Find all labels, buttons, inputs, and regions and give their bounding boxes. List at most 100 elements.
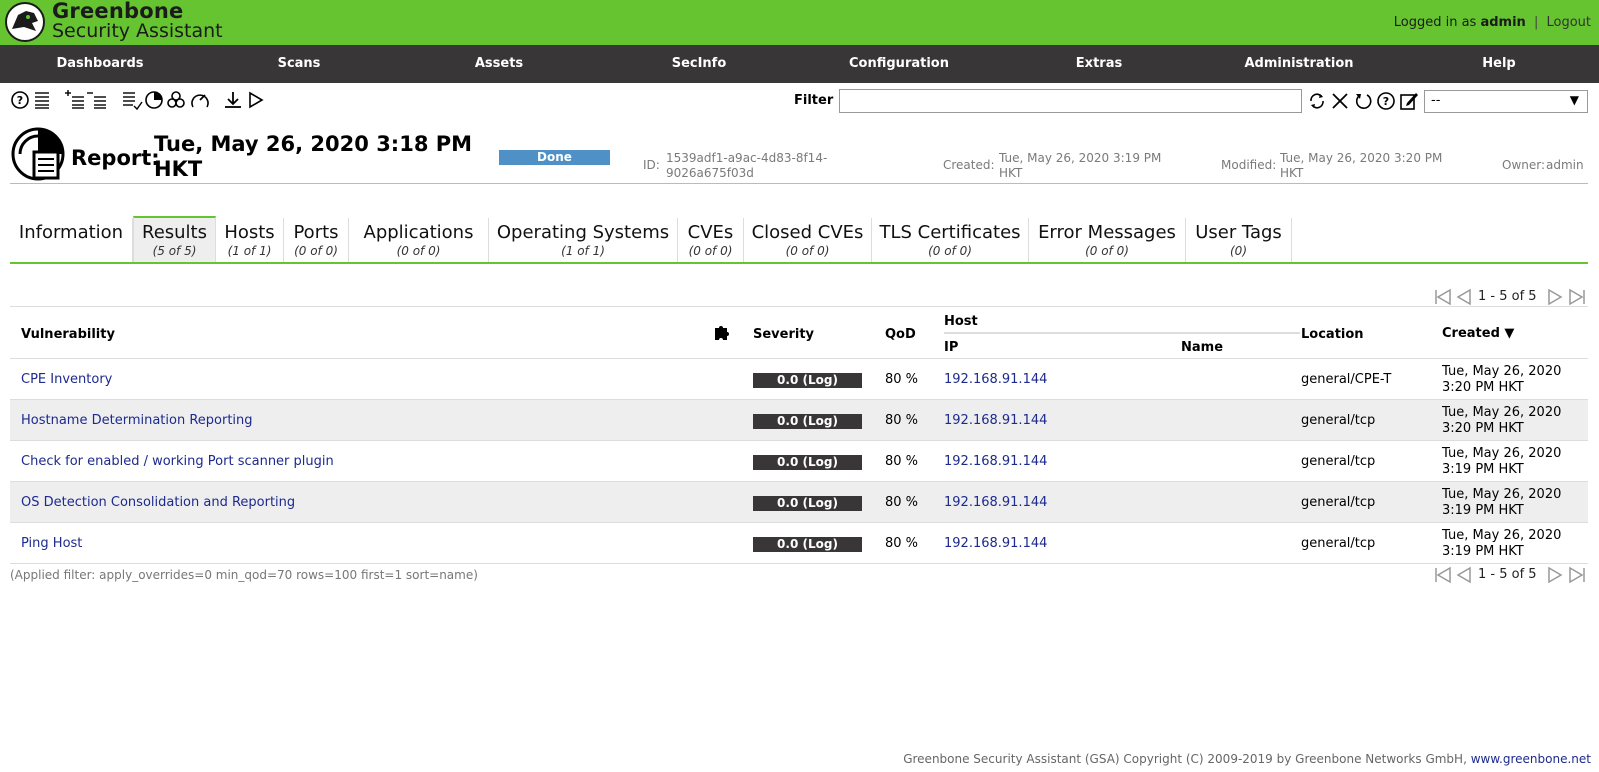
tab-information[interactable]: Information: [10, 218, 133, 262]
filter-select[interactable]: -- ▼: [1424, 90, 1588, 113]
tab-applications[interactable]: Applications (0 of 0): [349, 218, 489, 262]
first-page-icon[interactable]: [1433, 565, 1453, 585]
filter-input[interactable]: [839, 89, 1302, 113]
tab-label: CVEs: [687, 222, 734, 243]
list-icon[interactable]: [31, 89, 53, 111]
nav-extras[interactable]: Extras: [999, 45, 1199, 83]
logout-link[interactable]: Logout: [1546, 15, 1591, 30]
location-value: general/tcp: [1301, 454, 1376, 469]
nav-assets[interactable]: Assets: [399, 45, 599, 83]
nav-scans[interactable]: Scans: [199, 45, 399, 83]
previous-page-icon[interactable]: [1454, 565, 1474, 585]
user-box: Logged in as admin | Logout: [1394, 15, 1591, 30]
host-ip-link[interactable]: 192.168.91.144: [944, 495, 1047, 510]
next-page-icon[interactable]: [1545, 287, 1565, 307]
report-date: Tue, May 26, 2020 3:18 PM HKT: [154, 132, 473, 181]
download-icon[interactable]: [222, 89, 244, 111]
col-qod[interactable]: QoD: [885, 327, 916, 342]
tab-tls-certificates[interactable]: TLS Certificates (0 of 0): [872, 218, 1029, 262]
next-page-icon[interactable]: [1545, 565, 1565, 585]
table-bottom-border: [10, 563, 1588, 564]
help-icon[interactable]: ?: [9, 89, 31, 111]
vulnerability-link[interactable]: CPE Inventory: [21, 372, 112, 387]
location-value: general/tcp: [1301, 536, 1376, 551]
clear-icon[interactable]: [1329, 90, 1351, 112]
chevron-down-icon: ▼: [1569, 93, 1579, 107]
host-ip-link[interactable]: 192.168.91.144: [944, 536, 1047, 551]
tab-cves[interactable]: CVEs (0 of 0): [678, 218, 744, 262]
created-label: Created:: [943, 158, 995, 172]
remove-from-assets-icon[interactable]: [86, 89, 108, 111]
qod-value: 80 %: [885, 413, 919, 428]
vulnerability-link[interactable]: Hostname Determination Reporting: [21, 413, 253, 428]
col-severity[interactable]: Severity: [753, 327, 814, 342]
created-value: Tue, May 26, 2020 3:19 PM HKT: [999, 151, 1162, 180]
edit-icon[interactable]: [1398, 90, 1420, 112]
created-date: Tue, May 26, 2020: [1442, 487, 1562, 502]
host-ip-link[interactable]: 192.168.91.144: [944, 413, 1047, 428]
nav-secinfo[interactable]: SecInfo: [599, 45, 799, 83]
delta-icon[interactable]: [189, 89, 211, 111]
tab-hosts[interactable]: Hosts (1 of 1): [216, 218, 284, 262]
tab-ports[interactable]: Ports (0 of 0): [284, 218, 349, 262]
location-value: general/tcp: [1301, 495, 1376, 510]
biohazard-icon[interactable]: [165, 89, 187, 111]
vulnerability-link[interactable]: Check for enabled / working Port scanner…: [21, 454, 334, 469]
table-row: Check for enabled / working Port scanner…: [10, 440, 1588, 481]
report-icon: [10, 126, 66, 182]
last-page-icon[interactable]: [1567, 565, 1587, 585]
created-date: Tue, May 26, 2020: [1442, 405, 1562, 420]
scan-task-icon[interactable]: [143, 89, 165, 111]
vulnerability-link[interactable]: OS Detection Consolidation and Reporting: [21, 495, 295, 510]
tab-error-messages[interactable]: Error Messages (0 of 0): [1029, 218, 1186, 262]
vulnerability-link[interactable]: Ping Host: [21, 536, 82, 551]
host-ip-link[interactable]: 192.168.91.144: [944, 454, 1047, 469]
col-ip[interactable]: IP: [944, 340, 958, 355]
reset-icon[interactable]: [1352, 90, 1374, 112]
greenbone-logo[interactable]: [4, 1, 46, 43]
first-page-icon[interactable]: [1433, 287, 1453, 307]
created-date: Tue, May 26, 2020: [1442, 446, 1562, 461]
created-date: Tue, May 26, 2020: [1442, 364, 1562, 379]
tab-closed-cves[interactable]: Closed CVEs (0 of 0): [744, 218, 872, 262]
tab-label: Ports: [293, 222, 339, 243]
tab-label: TLS Certificates: [879, 222, 1021, 243]
host-ip-link[interactable]: 192.168.91.144: [944, 372, 1047, 387]
tab-label: User Tags: [1195, 222, 1282, 243]
created-date: Tue, May 26, 2020: [1442, 528, 1562, 543]
tab-label: Information: [18, 222, 124, 243]
svg-text:?: ?: [17, 94, 23, 107]
tab-count: (5 of 5): [152, 244, 197, 258]
nav-help[interactable]: Help: [1399, 45, 1599, 83]
col-location[interactable]: Location: [1301, 327, 1364, 342]
add-to-assets-icon[interactable]: [64, 89, 86, 111]
tab-count: (1 of 1): [227, 244, 272, 258]
footer: Greenbone Security Assistant (GSA) Copyr…: [903, 752, 1591, 766]
report-id-label: ID:: [643, 158, 660, 172]
trigger-alert-icon[interactable]: [244, 89, 266, 111]
nav-configuration[interactable]: Configuration: [799, 45, 999, 83]
tab-operating-systems[interactable]: Operating Systems (1 of 1): [489, 218, 678, 262]
tab-count: (0): [1230, 244, 1247, 258]
col-vulnerability[interactable]: Vulnerability: [21, 327, 115, 342]
previous-page-icon[interactable]: [1454, 287, 1474, 307]
tab-user-tags[interactable]: User Tags (0): [1186, 218, 1292, 262]
results-list-icon[interactable]: [121, 89, 143, 111]
greenbone-link[interactable]: www.greenbone.net: [1471, 752, 1591, 766]
page-indicator: 1 - 5 of 5: [1478, 567, 1537, 582]
tab-results[interactable]: Results (5 of 5): [133, 216, 216, 262]
col-created[interactable]: Created ▼: [1442, 326, 1514, 341]
tab-count: (0 of 0): [785, 244, 830, 258]
owner-label: Owner:: [1502, 158, 1546, 172]
help-icon[interactable]: ?: [1375, 90, 1397, 112]
nav-dashboards[interactable]: Dashboards: [0, 45, 200, 83]
col-name[interactable]: Name: [1181, 340, 1223, 355]
qod-value: 80 %: [885, 536, 919, 551]
refresh-icon[interactable]: [1306, 90, 1328, 112]
tab-count: (0 of 0): [1085, 244, 1129, 258]
page-indicator: 1 - 5 of 5: [1478, 289, 1537, 304]
modified-label: Modified:: [1221, 158, 1277, 172]
username-link[interactable]: admin: [1480, 15, 1525, 30]
last-page-icon[interactable]: [1567, 287, 1587, 307]
nav-administration[interactable]: Administration: [1199, 45, 1399, 83]
